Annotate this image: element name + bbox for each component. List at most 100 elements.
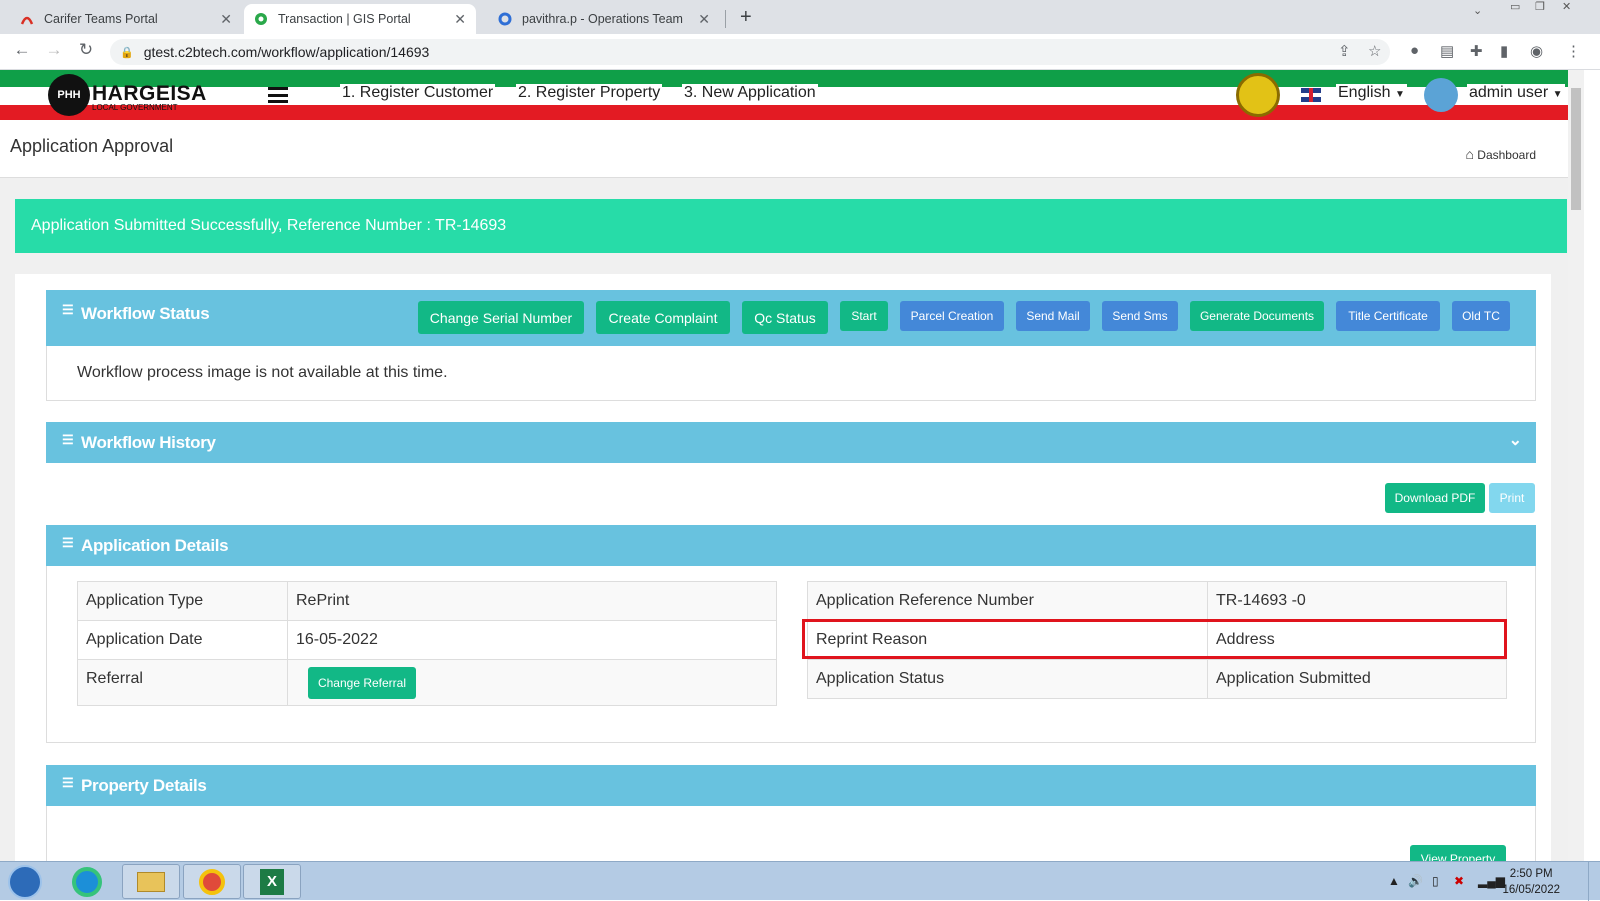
loop-favicon-icon: [498, 12, 512, 26]
workflow-status-message: Workflow process image is not available …: [77, 364, 448, 381]
new-tab-icon[interactable]: +: [740, 6, 752, 29]
profile-icon[interactable]: ◉: [1530, 42, 1543, 60]
detail-label: Application Date: [77, 620, 288, 660]
page-title: Application Approval: [10, 136, 174, 156]
url-text: gtest.c2btech.com/workflow/application/1…: [143, 44, 430, 60]
taskbar-clock[interactable]: 2:50 PM 16/05/2022: [1502, 866, 1560, 898]
user-avatar[interactable]: [1424, 78, 1458, 112]
menu-register-property[interactable]: 2. Register Property: [516, 84, 663, 102]
workflow-history-title: Workflow History: [81, 433, 216, 452]
bookmark-star-icon[interactable]: ☆: [1368, 42, 1381, 60]
send-mail-button[interactable]: Send Mail: [1016, 301, 1090, 331]
caret-down-icon: ▼: [1552, 89, 1563, 100]
workflow-status-title: Workflow Status: [81, 304, 210, 323]
download-pdf-button[interactable]: Download PDF: [1385, 483, 1485, 513]
clock-date: 16/05/2022: [1502, 884, 1560, 896]
chevron-down-icon[interactable]: ⌄: [1509, 430, 1522, 450]
tab-separator: [725, 10, 726, 28]
teams-favicon-icon: [20, 12, 34, 26]
battery-icon[interactable]: ▯: [1432, 874, 1439, 888]
page-title-bar: Application Approval ⌂ Dashboard: [0, 120, 1568, 178]
browser-tab-transaction[interactable]: Transaction | GIS Portal ✕: [244, 4, 476, 34]
tab-title: Transaction | GIS Portal: [278, 12, 411, 26]
application-details-left-table: Application Type RePrint Application Dat…: [77, 581, 777, 706]
browser-tab-bar: Carifer Teams Portal ✕ Transaction | GIS…: [0, 0, 1600, 34]
old-tc-button[interactable]: Old TC: [1452, 301, 1510, 331]
network-error-icon[interactable]: ✖: [1454, 874, 1464, 888]
workflow-status-body: Workflow process image is not available …: [46, 346, 1536, 401]
restore-icon[interactable]: ❐: [1535, 0, 1545, 18]
file-explorer-icon[interactable]: [122, 864, 180, 899]
menu-kebab-icon[interactable]: ⋮: [1566, 42, 1581, 60]
share-icon[interactable]: ⇪: [1338, 42, 1351, 60]
side-panel-icon[interactable]: ▮: [1500, 42, 1508, 60]
detail-value: 16-05-2022: [287, 620, 777, 660]
excel-icon[interactable]: X: [243, 864, 301, 899]
view-property-button[interactable]: View Property: [1410, 845, 1506, 861]
chrome-icon[interactable]: [183, 864, 241, 899]
flag-stripe-red: [0, 105, 1568, 120]
volume-icon[interactable]: 🔊: [1408, 874, 1423, 888]
list-icon: ☰: [62, 775, 74, 790]
start-button[interactable]: Start: [840, 301, 888, 331]
signal-icon[interactable]: ▂▄▆: [1478, 874, 1505, 888]
windows-start-icon[interactable]: [8, 865, 42, 899]
change-serial-number-button[interactable]: Change Serial Number: [418, 301, 584, 334]
scrollbar-thumb[interactable]: [1571, 88, 1581, 210]
tray-expand-icon[interactable]: ▲: [1388, 874, 1400, 888]
browser-tab-carifer[interactable]: Carifer Teams Portal ✕: [10, 4, 242, 34]
menu-new-application[interactable]: 3. New Application: [682, 84, 818, 102]
create-complaint-button[interactable]: Create Complaint: [596, 301, 730, 334]
logo-subtext: LOCAL GOVERNMENT: [92, 103, 178, 112]
site-header: PHH HARGEISA LOCAL GOVERNMENT 1. Registe…: [0, 70, 1568, 120]
browser-tab-pavithra[interactable]: pavithra.p - Operations Team Co ✕: [488, 4, 720, 34]
success-alert: Application Submitted Successfully, Refe…: [15, 199, 1567, 253]
table-row: Application Type RePrint: [77, 581, 777, 621]
parcel-creation-button[interactable]: Parcel Creation: [900, 301, 1004, 331]
close-tab-icon[interactable]: ✕: [698, 11, 710, 28]
tab-search-icon[interactable]: ⌄: [1473, 4, 1482, 22]
user-menu[interactable]: admin user ▼: [1467, 84, 1565, 102]
back-arrow-icon[interactable]: ←: [10, 40, 34, 60]
clipboard-icon[interactable]: ▤: [1440, 42, 1454, 60]
minimize-icon[interactable]: ▭: [1510, 0, 1520, 18]
table-row: Application Status Application Submitted: [807, 659, 1507, 699]
workflow-history-header[interactable]: ☰ Workflow History ⌄: [46, 422, 1536, 463]
property-details-title: Property Details: [81, 776, 207, 795]
tab-title: pavithra.p - Operations Team Co: [522, 12, 687, 26]
clock-time: 2:50 PM: [1509, 868, 1553, 880]
detail-label: Application Reference Number: [807, 581, 1208, 621]
list-icon: ☰: [62, 535, 74, 550]
hargeisa-logo[interactable]: PHH: [48, 74, 90, 116]
extensions-puzzle-icon[interactable]: ✚: [1470, 42, 1483, 60]
detail-label: Application Status: [807, 659, 1208, 699]
reload-icon[interactable]: ↻: [74, 40, 98, 60]
qc-status-button[interactable]: Qc Status: [742, 301, 828, 334]
menu-register-customer[interactable]: 1. Register Customer: [340, 84, 496, 102]
close-tab-icon[interactable]: ✕: [454, 11, 466, 28]
print-button[interactable]: Print: [1489, 483, 1535, 513]
detail-label: Application Type: [77, 581, 288, 621]
caret-down-icon: ▼: [1394, 89, 1405, 100]
send-sms-button[interactable]: Send Sms: [1102, 301, 1178, 331]
title-certificate-button[interactable]: Title Certificate: [1336, 301, 1440, 331]
table-row: Application Date 16-05-2022: [77, 620, 777, 660]
breadcrumb-dashboard[interactable]: ⌂ Dashboard: [1465, 146, 1536, 162]
detail-value: TR-14693 -0: [1207, 581, 1507, 621]
change-referral-button[interactable]: Change Referral: [308, 666, 416, 699]
close-tab-icon[interactable]: ✕: [220, 11, 232, 28]
edge-icon[interactable]: [72, 867, 102, 897]
address-bar[interactable]: 🔒 gtest.c2btech.com/workflow/application…: [110, 39, 1390, 65]
table-row: Application Reference Number TR-14693 -0: [807, 581, 1507, 621]
language-selector[interactable]: English ▼: [1336, 84, 1407, 102]
generate-documents-button[interactable]: Generate Documents: [1190, 301, 1324, 331]
hamburger-menu-icon[interactable]: [268, 87, 288, 103]
extension-shield-icon[interactable]: ●: [1410, 42, 1419, 59]
application-details-header: ☰ Application Details: [46, 525, 1536, 566]
window-close-icon[interactable]: ✕: [1562, 0, 1571, 18]
highlight-reprint-reason: [802, 619, 1507, 659]
show-desktop-button[interactable]: [1588, 862, 1600, 901]
home-icon: ⌂: [1465, 146, 1474, 162]
detail-value: Change Referral: [287, 659, 777, 706]
forward-arrow-icon[interactable]: →: [42, 40, 66, 60]
